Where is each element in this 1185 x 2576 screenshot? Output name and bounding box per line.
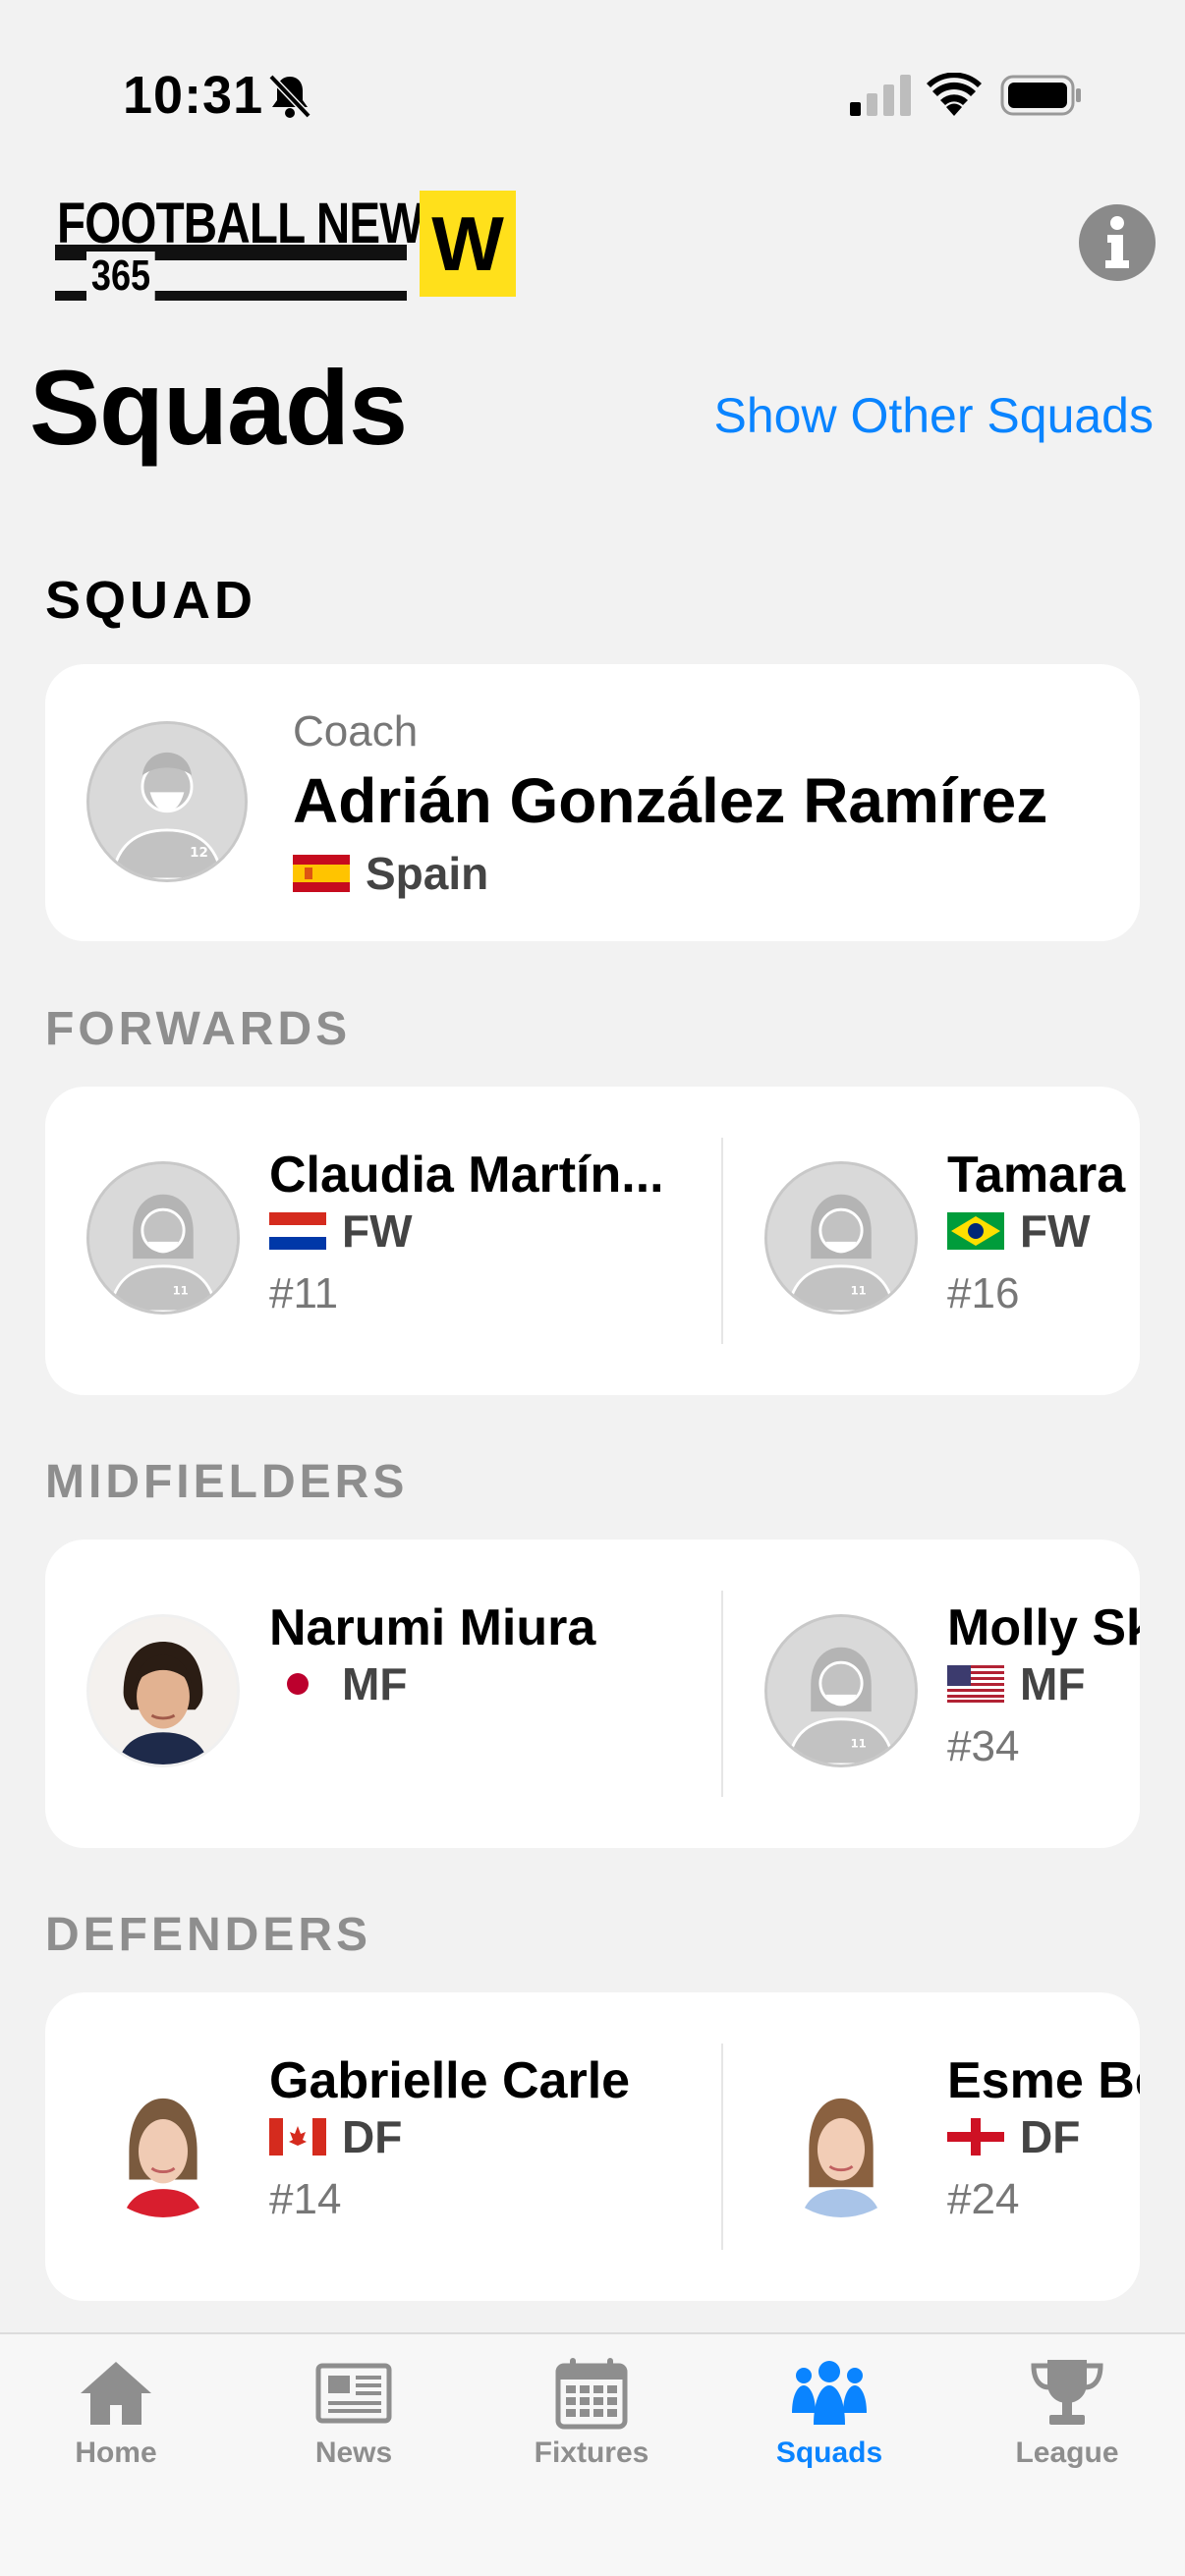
canada-flag-icon — [269, 2118, 326, 2156]
section-label-forwards: FORWARDS — [45, 1003, 352, 1055]
person-placeholder-icon: 12 — [89, 724, 245, 879]
female-player-placeholder-icon: 11 — [89, 1164, 237, 1312]
tab-bar: Home News Fixtures Squads League — [0, 2332, 1185, 2576]
player-position-label: MF — [342, 1658, 408, 1709]
coach-country: Spain — [293, 847, 488, 900]
tab-label: Home — [75, 2436, 157, 2469]
section-label-midfielders: MIDFIELDERS — [45, 1456, 409, 1508]
logo-badge: W — [420, 191, 516, 297]
svg-text:11: 11 — [173, 1284, 189, 1298]
player-name: Narumi Miura — [269, 1599, 596, 1656]
svg-text:12: 12 — [190, 845, 208, 861]
player-card[interactable]: 11 Molly Sk MF #34 — [723, 1540, 1140, 1848]
player-position-label: DF — [342, 2111, 403, 2162]
player-card[interactable]: 11 Tamara FW #16 — [723, 1087, 1140, 1395]
forwards-card: 11 Claudia Martín... FW #11 11 Tamara FW… — [45, 1087, 1140, 1395]
wifi-icon — [927, 73, 982, 116]
player-photo-image — [767, 2070, 915, 2217]
section-label-defenders: DEFENDERS — [45, 1909, 372, 1961]
player-name: Claudia Martín... — [269, 1147, 664, 1204]
battery-icon — [1000, 75, 1081, 116]
logo-wordmark: FOOTBALL NEWS 365 — [53, 191, 454, 301]
tab-news[interactable]: News — [255, 2354, 452, 2470]
status-time: 10:31 — [123, 66, 264, 125]
midfielders-card: Narumi Miura MF 11 Molly Sk MF #34 — [45, 1540, 1140, 1848]
player-number: #16 — [947, 1269, 1020, 1317]
tab-home[interactable]: Home — [18, 2354, 214, 2470]
player-position-label: FW — [342, 1205, 413, 1257]
usa-flag-icon — [947, 1665, 1004, 1703]
svg-text:11: 11 — [851, 1284, 867, 1298]
section-label-squad: SQUAD — [45, 571, 257, 630]
coach-country-name: Spain — [366, 848, 489, 899]
player-photo — [764, 2067, 918, 2220]
cellular-signal-icon — [850, 75, 911, 116]
player-avatar: 11 — [86, 1161, 240, 1315]
tab-label: News — [314, 2436, 393, 2469]
logo-subtitle: 365 — [86, 252, 156, 301]
player-position: DF — [947, 2110, 1080, 2163]
tab-fixtures[interactable]: Fixtures — [493, 2354, 690, 2470]
player-name: Tamara — [947, 1147, 1126, 1204]
player-position: FW — [947, 1204, 1091, 1258]
player-number: #11 — [269, 1269, 339, 1317]
japan-flag-icon — [269, 1665, 326, 1703]
trophy-icon — [1031, 2360, 1103, 2425]
info-icon — [1105, 216, 1129, 268]
female-player-placeholder-icon: 11 — [767, 1617, 915, 1764]
player-photo-image — [89, 2070, 237, 2217]
tab-league[interactable]: League — [969, 2354, 1165, 2470]
calendar-icon — [555, 2358, 628, 2430]
player-number: #14 — [269, 2175, 342, 2223]
tab-label: League — [1015, 2436, 1119, 2469]
player-avatar: 11 — [764, 1614, 918, 1767]
player-position-label: DF — [1020, 2111, 1081, 2162]
player-position: DF — [269, 2110, 402, 2163]
home-icon — [81, 2362, 151, 2425]
player-number: #34 — [947, 1722, 1020, 1770]
player-name: Esme Be — [947, 2052, 1140, 2109]
player-card[interactable]: Narumi Miura MF — [45, 1540, 721, 1848]
paraguay-flag-icon — [269, 1212, 326, 1250]
player-photo — [86, 1614, 240, 1767]
player-position: MF — [947, 1657, 1085, 1710]
player-position: MF — [269, 1657, 407, 1710]
player-avatar: 11 — [764, 1161, 918, 1315]
player-photo-image — [89, 1617, 237, 1764]
player-card[interactable]: 11 Claudia Martín... FW #11 — [45, 1087, 721, 1395]
page-title: Squads — [29, 348, 408, 467]
people-icon — [792, 2361, 867, 2425]
info-button[interactable] — [1079, 204, 1156, 281]
player-position-label: MF — [1020, 1658, 1086, 1709]
bell-slash-icon — [268, 74, 311, 119]
player-photo — [86, 2067, 240, 2220]
spain-flag-icon — [293, 855, 350, 892]
player-number: #24 — [947, 2175, 1020, 2223]
coach-card[interactable]: 12 Coach Adrián González Ramírez Spain — [45, 664, 1140, 941]
tab-squads[interactable]: Squads — [731, 2354, 928, 2470]
coach-role: Coach — [293, 707, 419, 756]
tab-label: Squads — [775, 2436, 883, 2469]
brazil-flag-icon — [947, 1212, 1004, 1250]
england-flag-icon — [947, 2118, 1004, 2156]
news-icon — [315, 2363, 392, 2424]
status-bar: 10:31 — [0, 0, 1185, 196]
player-position-label: FW — [1020, 1205, 1091, 1257]
coach-avatar: 12 — [86, 721, 248, 882]
player-position: FW — [269, 1204, 413, 1258]
player-name: Gabrielle Carle — [269, 2052, 631, 2109]
tab-label: Fixtures — [534, 2436, 649, 2469]
coach-name: Adrián González Ramírez — [293, 765, 1048, 836]
player-name: Molly Sk — [947, 1599, 1140, 1656]
football-news-logo: FOOTBALL NEWS 365 W — [53, 191, 516, 301]
svg-text:11: 11 — [851, 1737, 867, 1751]
player-card[interactable]: Esme Be DF #24 — [723, 1992, 1140, 2301]
defenders-card: Gabrielle Carle DF #14 Esme Be D — [45, 1992, 1140, 2301]
player-card[interactable]: Gabrielle Carle DF #14 — [45, 1992, 721, 2301]
female-player-placeholder-icon: 11 — [767, 1164, 915, 1312]
show-other-squads-link[interactable]: Show Other Squads — [714, 387, 1155, 444]
